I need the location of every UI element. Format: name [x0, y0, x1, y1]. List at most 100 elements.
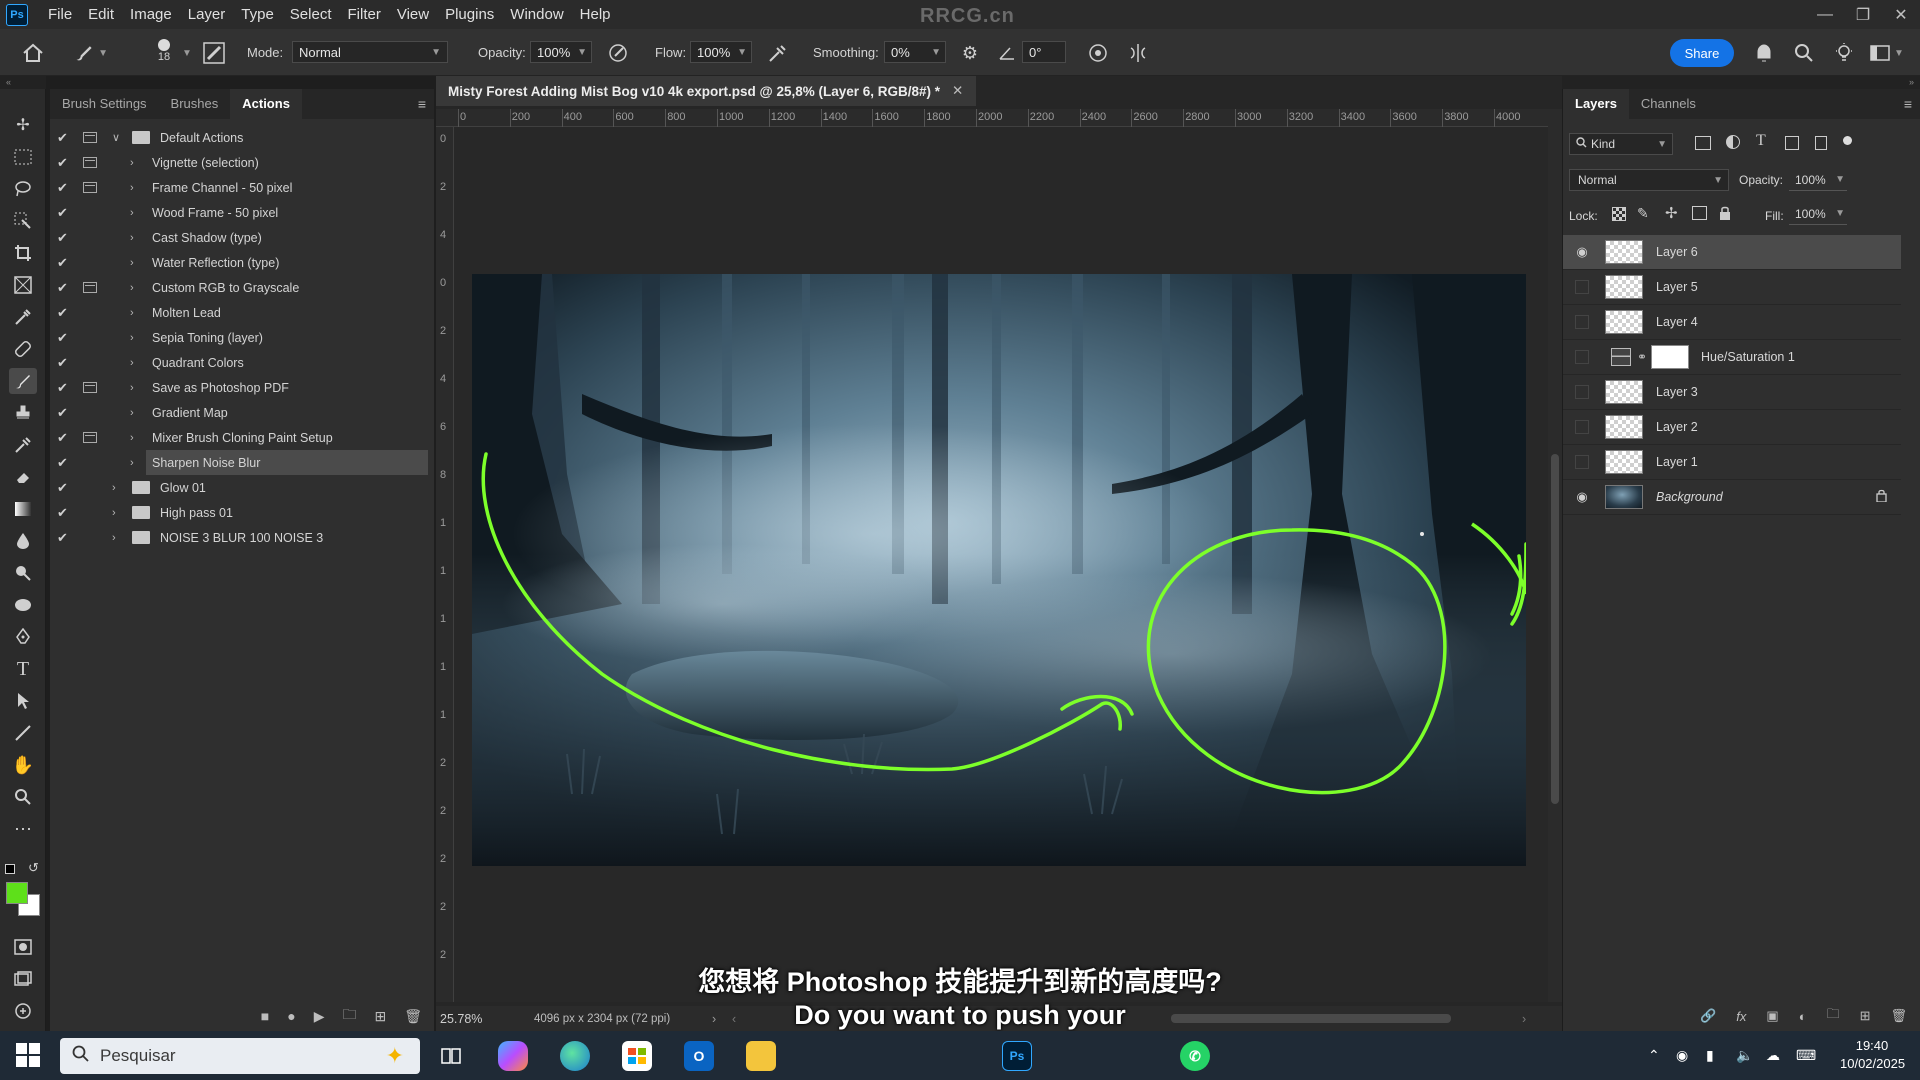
menu-edit[interactable]: Edit	[80, 0, 122, 29]
menu-type[interactable]: Type	[233, 0, 282, 29]
eraser-tool-icon[interactable]	[9, 464, 37, 490]
dialog-toggle-icon[interactable]	[83, 382, 97, 393]
filter-pixel-icon[interactable]	[1695, 136, 1711, 150]
toggle-item-checkmark-icon[interactable]: ✔	[57, 205, 71, 221]
horizontal-ruler[interactable]: 0 200 400 600 800 1000 1200 1400 1600 1800 2000 220…	[436, 109, 1548, 127]
layer-thumbnail[interactable]	[1605, 485, 1643, 509]
quick-mask-icon[interactable]	[9, 934, 37, 960]
share-button[interactable]: Share	[1670, 39, 1734, 67]
chevron-right-icon[interactable]: ›	[130, 157, 134, 169]
chevron-down-icon[interactable]: ▼	[182, 48, 192, 59]
chevron-right-icon[interactable]: ›	[712, 1012, 716, 1026]
toggle-item-checkmark-icon[interactable]: ✔	[57, 280, 71, 296]
chevron-right-icon[interactable]: ›	[112, 532, 116, 544]
new-action-icon[interactable]: ⊞	[374, 1008, 386, 1025]
chevron-right-icon[interactable]: ›	[130, 257, 134, 269]
layer-thumbnail[interactable]	[1605, 415, 1643, 439]
panel-collapse-left[interactable]: «	[0, 76, 46, 89]
home-icon[interactable]	[20, 40, 46, 66]
layer-name[interactable]: Layer 6	[1656, 245, 1698, 259]
lightbulb-icon[interactable]	[1832, 41, 1856, 65]
zoom-tool-icon[interactable]	[9, 784, 37, 810]
menu-layer[interactable]: Layer	[180, 0, 234, 29]
canvas-image[interactable]	[472, 274, 1526, 866]
menu-file[interactable]: File	[40, 0, 80, 29]
link-chain-icon[interactable]: ⚭	[1637, 350, 1647, 364]
toggle-item-checkmark-icon[interactable]: ✔	[57, 305, 71, 321]
more-tools-icon[interactable]: ⋯	[9, 816, 37, 842]
tab-brush-settings[interactable]: Brush Settings	[50, 89, 159, 119]
document-tab[interactable]: Misty Forest Adding Mist Bog v10 4k expo…	[436, 76, 976, 106]
toggle-item-checkmark-icon[interactable]: ✔	[57, 455, 71, 471]
layer-name[interactable]: Layer 3	[1656, 385, 1698, 399]
lock-transparency-icon[interactable]	[1612, 207, 1626, 221]
layer-thumbnail[interactable]	[1605, 310, 1643, 334]
visibility-toggle[interactable]	[1575, 280, 1589, 294]
new-set-folder-icon[interactable]: 🗀	[342, 1004, 356, 1028]
chevron-right-icon[interactable]: ›	[130, 282, 134, 294]
foreground-color-swatch[interactable]	[6, 882, 28, 904]
action-row[interactable]: ✔ › Cast Shadow (type)	[50, 225, 434, 250]
brush-tool-icon[interactable]	[9, 368, 37, 394]
onedrive-icon[interactable]: ☁	[1766, 1047, 1780, 1064]
action-row[interactable]: ✔ › Custom RGB to Grayscale	[50, 275, 434, 300]
chevron-right-icon[interactable]: ›	[130, 332, 134, 344]
toggle-item-checkmark-icon[interactable]: ✔	[57, 430, 71, 446]
brush-size-picker[interactable]: 18	[144, 35, 184, 71]
blur-tool-icon[interactable]	[9, 528, 37, 554]
filter-toggle-icon[interactable]	[1843, 136, 1852, 145]
file-explorer-icon[interactable]	[746, 1041, 776, 1071]
history-brush-tool-icon[interactable]	[9, 432, 37, 458]
gear-icon[interactable]: ⚙	[958, 41, 982, 65]
volume-icon[interactable]: 🔈	[1736, 1047, 1753, 1064]
action-row[interactable]: ✔ › Vignette (selection)	[50, 150, 434, 175]
action-row[interactable]: ✔ › Mixer Brush Cloning Paint Setup	[50, 425, 434, 450]
brush-settings-toggle-icon[interactable]	[202, 41, 226, 65]
crop-tool-icon[interactable]	[9, 240, 37, 266]
action-row[interactable]: ✔ › Sepia Toning (layer)	[50, 325, 434, 350]
layer-name[interactable]: Layer 5	[1656, 280, 1698, 294]
layer-row[interactable]: Layer 2	[1563, 410, 1901, 445]
menu-view[interactable]: View	[389, 0, 437, 29]
layer-opacity-field[interactable]: 100% ▼	[1789, 169, 1847, 191]
action-set-row[interactable]: ✔ › NOISE 3 BLUR 100 NOISE 3	[50, 525, 434, 550]
photoshop-logo-icon[interactable]: Ps	[6, 3, 28, 26]
scrollbar-thumb[interactable]	[1551, 454, 1559, 804]
trash-icon[interactable]: 🗑	[1890, 1008, 1907, 1024]
sponge-tool-icon[interactable]	[9, 592, 37, 618]
add-mask-icon[interactable]: ▣	[1766, 1008, 1778, 1024]
angle-field[interactable]: 0°	[1022, 41, 1066, 63]
panel-menu-icon[interactable]: ≡	[1904, 89, 1912, 119]
pressure-size-icon[interactable]	[1086, 41, 1110, 65]
taskbar-search-box[interactable]: Pesquisar ✦	[60, 1038, 420, 1074]
smoothing-field[interactable]: 0% ▼	[884, 41, 946, 63]
visibility-toggle[interactable]	[1575, 385, 1589, 399]
microsoft-store-icon[interactable]	[622, 1041, 652, 1071]
network-icon[interactable]: ◉	[1676, 1047, 1688, 1064]
lock-position-icon[interactable]: ✢	[1665, 204, 1678, 222]
chevron-right-icon[interactable]: ›	[130, 432, 134, 444]
chevron-up-icon[interactable]: ⌃	[1648, 1047, 1660, 1064]
pressure-opacity-icon[interactable]	[606, 41, 630, 65]
tab-layers[interactable]: Layers	[1563, 89, 1629, 119]
toggle-item-checkmark-icon[interactable]: ✔	[57, 505, 71, 521]
dialog-toggle-icon[interactable]	[83, 182, 97, 193]
fill-field[interactable]: 100% ▼	[1789, 203, 1847, 225]
panel-collapse-right[interactable]: »	[1562, 76, 1920, 89]
chevron-right-icon[interactable]: ›	[130, 382, 134, 394]
brush-preset-icon[interactable]: ▼	[74, 41, 108, 65]
action-row[interactable]: ✔ › Wood Frame - 50 pixel	[50, 200, 434, 225]
layer-filter-select[interactable]: Kind ▼	[1569, 133, 1673, 155]
zoom-level[interactable]: 25.78%	[440, 1012, 482, 1026]
menu-help[interactable]: Help	[572, 0, 619, 29]
chevron-right-icon[interactable]: ›	[130, 457, 134, 469]
eye-icon[interactable]: ◉	[1573, 489, 1591, 505]
pen-tool-icon[interactable]	[9, 624, 37, 650]
menu-window[interactable]: Window	[502, 0, 571, 29]
toggle-item-checkmark-icon[interactable]: ✔	[57, 180, 71, 196]
opacity-field[interactable]: 100% ▼	[530, 41, 592, 63]
layer-row[interactable]: Layer 4	[1563, 305, 1901, 340]
trash-icon[interactable]: 🗑	[404, 1008, 422, 1025]
battery-icon[interactable]: ▮	[1706, 1047, 1714, 1064]
layer-name[interactable]: Hue/Saturation 1	[1701, 350, 1795, 364]
